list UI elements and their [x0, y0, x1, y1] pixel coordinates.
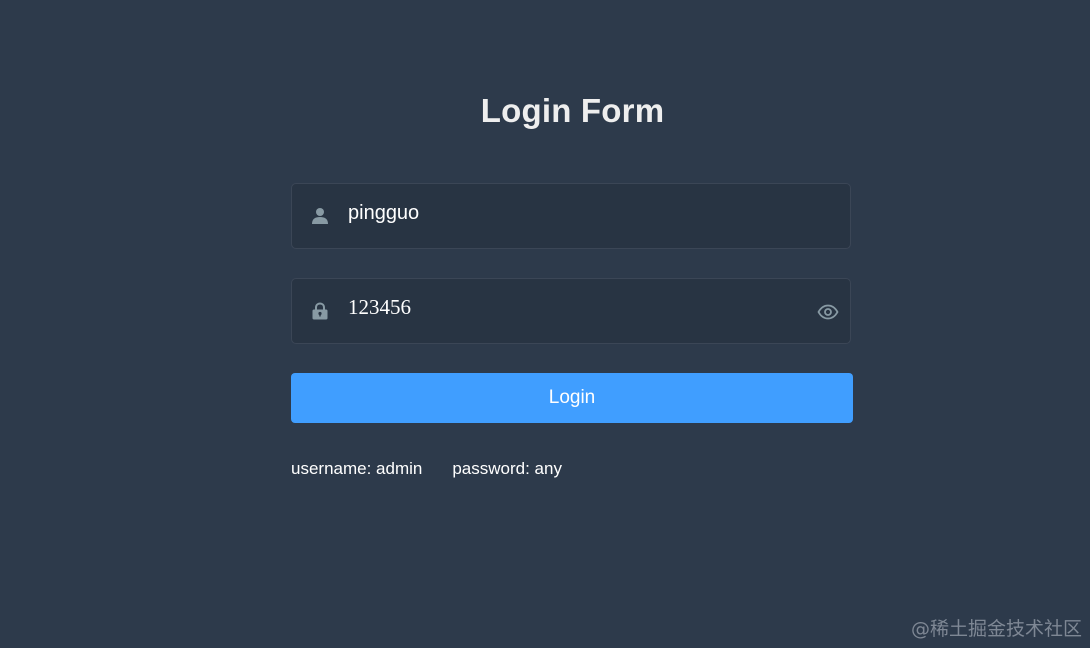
- page-title: Login Form: [480, 92, 665, 129]
- password-field[interactable]: [291, 275, 851, 344]
- password-input[interactable]: [348, 275, 788, 339]
- login-tips: username: admin password: any: [291, 459, 562, 479]
- login-button[interactable]: Login: [291, 373, 853, 423]
- watermark: @稀土掘金技术社区: [910, 618, 1082, 640]
- lock-icon: [311, 302, 329, 320]
- password-hint: password: any: [452, 459, 562, 478]
- user-icon: [311, 207, 329, 225]
- username-hint: username: admin: [291, 459, 423, 478]
- username-input[interactable]: [348, 181, 788, 245]
- eye-icon[interactable]: [817, 304, 839, 320]
- username-field[interactable]: [291, 181, 851, 249]
